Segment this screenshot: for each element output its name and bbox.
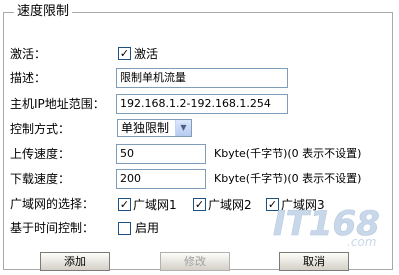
checkmark-icon: ✓ <box>119 198 130 211</box>
add-button[interactable]: 添加 <box>40 252 110 271</box>
time-control-checkbox[interactable] <box>118 222 131 235</box>
wan1-label: 广域网1 <box>133 198 177 212</box>
download-speed-label: 下载速度： <box>10 172 71 186</box>
description-label: 描述： <box>10 71 47 85</box>
time-control-label: 基于时间控制： <box>10 221 95 235</box>
wan2-checkbox[interactable]: ✓ <box>193 198 206 211</box>
wan-select-label: 广域网的选择： <box>10 197 95 211</box>
activate-checkbox[interactable]: ✓ <box>118 47 131 60</box>
control-mode-value: 单独限制 <box>121 121 170 135</box>
cancel-button[interactable]: 取消 <box>279 252 349 271</box>
control-mode-select[interactable]: 单独限制 ▼ <box>117 119 192 137</box>
ip-range-input[interactable]: 192.168.1.2-192.168.1.254 <box>116 94 288 114</box>
checkmark-icon: ✓ <box>119 47 130 60</box>
checkmark-icon: ✓ <box>194 198 205 211</box>
activate-checkbox-label: 激活 <box>134 47 159 61</box>
control-mode-label: 控制方式： <box>10 122 71 136</box>
activate-label: 激活： <box>10 47 47 61</box>
upload-speed-hint: Kbyte(千字节)(0 表示不设置) <box>214 147 362 160</box>
svg-text:.com: .com <box>347 235 376 249</box>
download-speed-hint: Kbyte(千字节)(0 表示不设置) <box>214 172 362 185</box>
it168-watermark-logo: IT168 .com <box>273 204 380 249</box>
download-speed-input[interactable]: 200 <box>116 169 206 189</box>
panel-title: 速度限制 <box>14 4 73 20</box>
ip-range-label: 主机IP地址范围： <box>10 97 105 111</box>
wan2-label: 广域网2 <box>208 198 252 212</box>
chevron-down-icon[interactable]: ▼ <box>175 120 191 136</box>
time-control-checkbox-label: 启用 <box>135 221 160 235</box>
upload-speed-input[interactable]: 50 <box>116 144 206 164</box>
modify-button[interactable]: 修改 <box>160 252 230 271</box>
upload-speed-label: 上传速度： <box>10 147 71 161</box>
description-input[interactable]: 限制单机流量 <box>116 68 288 88</box>
wan1-checkbox[interactable]: ✓ <box>118 198 131 211</box>
